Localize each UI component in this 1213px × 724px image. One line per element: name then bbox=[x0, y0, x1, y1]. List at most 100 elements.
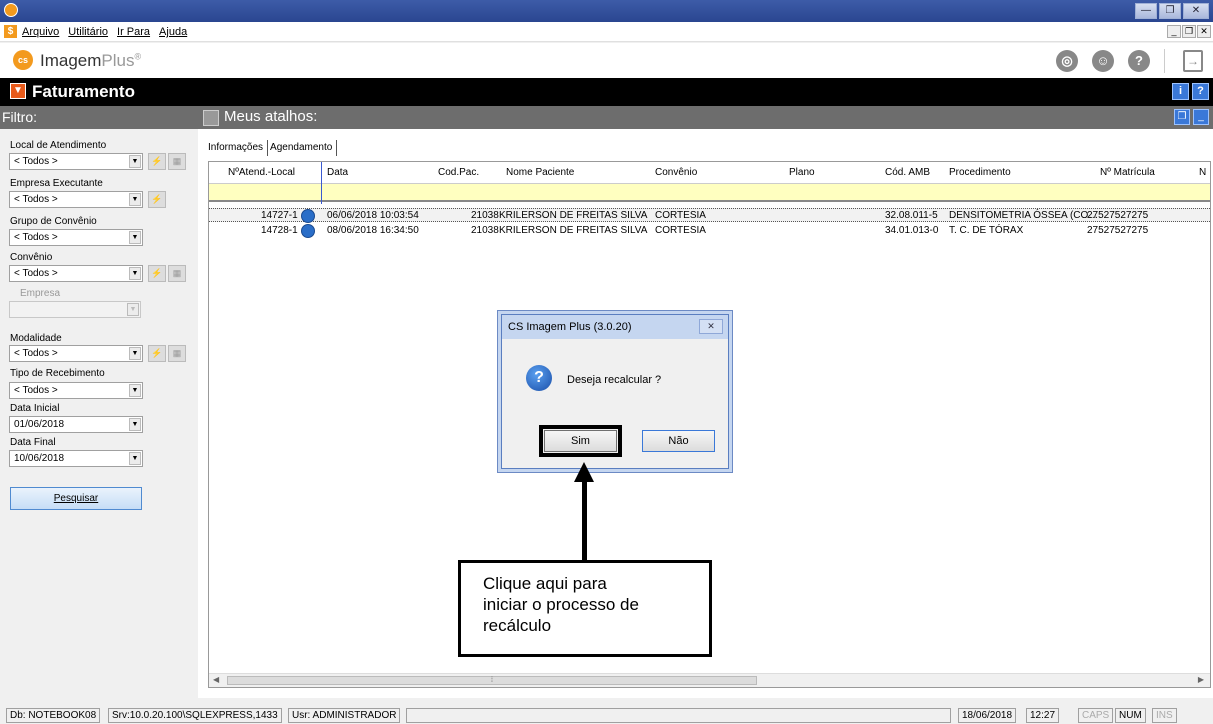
status-db: Db: NOTEBOOK08 bbox=[6, 708, 101, 723]
annotation-arrow-shaft bbox=[582, 476, 587, 561]
cell-data: 08/06/2018 16:34:50 bbox=[327, 225, 419, 236]
yes-button[interactable]: Sim bbox=[539, 425, 622, 457]
annotation-callout: Clique aqui para iniciar o processo de r… bbox=[458, 560, 712, 657]
col-amb[interactable]: Cód. AMB bbox=[885, 167, 930, 178]
modalidade-label: Modalidade bbox=[10, 333, 62, 344]
scrollbar-thumb[interactable]: ⁞ bbox=[227, 676, 757, 685]
col-extra[interactable]: N bbox=[1199, 167, 1206, 178]
module-help-icon[interactable]: ? bbox=[1192, 83, 1209, 100]
chevron-down-icon[interactable]: ▼ bbox=[129, 347, 141, 360]
brand-name-main: Imagem bbox=[40, 51, 102, 70]
list-icon[interactable]: ▦ bbox=[168, 345, 186, 362]
callout-line-3: recálculo bbox=[483, 616, 552, 635]
col-plano[interactable]: Plano bbox=[789, 167, 815, 178]
help-icon[interactable]: ? bbox=[1128, 50, 1150, 72]
menu-app-icon: $ bbox=[4, 25, 17, 38]
data-inicial-label: Data Inicial bbox=[10, 403, 60, 414]
brand-bar: cs ImagemPlus® ◎ ☺ ? → bbox=[0, 43, 1213, 78]
close-button[interactable]: ✕ bbox=[1183, 3, 1209, 19]
tipo-value: < Todos > bbox=[14, 385, 58, 396]
cell-atend: 14727-1 bbox=[261, 210, 298, 221]
menu-ajuda[interactable]: Ajuda bbox=[159, 26, 187, 38]
col-data[interactable]: Data bbox=[327, 167, 348, 178]
empresa-exec-select[interactable]: < Todos > ▼ bbox=[9, 191, 143, 208]
grupo-value: < Todos > bbox=[14, 232, 58, 243]
collapse-icon[interactable]: ▼ bbox=[10, 83, 26, 99]
filter-heading: Filtro: bbox=[0, 106, 198, 129]
horizontal-scrollbar[interactable]: ◀ ⁞ ▶ bbox=[209, 673, 1210, 687]
minimize-button[interactable]: — bbox=[1135, 3, 1157, 19]
chevron-down-icon[interactable]: ▼ bbox=[129, 155, 141, 168]
col-procedimento[interactable]: Procedimento bbox=[949, 167, 1011, 178]
chevron-down-icon[interactable]: ▼ bbox=[129, 267, 141, 280]
col-atend[interactable]: NºAtend.-Local bbox=[228, 167, 295, 178]
empresa-exec-label: Empresa Executante bbox=[10, 178, 103, 189]
minimize-panel-icon[interactable]: _ bbox=[1193, 109, 1209, 125]
table-row[interactable]: 14728-1 08/06/2018 16:34:50 21038 KRILER… bbox=[209, 224, 1210, 238]
calendar-dropdown-icon[interactable]: ▼ bbox=[129, 418, 141, 431]
tipo-select[interactable]: < Todos > ▼ bbox=[9, 382, 143, 399]
col-convenio[interactable]: Convênio bbox=[655, 167, 697, 178]
grid-header: NºAtend.-Local Data Cod.Pac. Nome Pacien… bbox=[209, 162, 1210, 184]
search-button[interactable]: Pesquisar bbox=[10, 487, 142, 510]
grid-filter-row[interactable] bbox=[209, 184, 1210, 202]
exit-icon[interactable]: → bbox=[1183, 50, 1203, 72]
chevron-down-icon[interactable]: ▼ bbox=[129, 384, 141, 397]
user-icon[interactable]: ☺ bbox=[1092, 50, 1114, 72]
calendar-dropdown-icon[interactable]: ▼ bbox=[129, 452, 141, 465]
modalidade-value: < Todos > bbox=[14, 348, 58, 359]
record-status-icon[interactable] bbox=[301, 224, 315, 238]
chevron-down-icon[interactable]: ▼ bbox=[129, 231, 141, 244]
menu-bar: $ Arquivo Utilitário Ir Para Ajuda _ ❐ ✕ bbox=[0, 22, 1213, 42]
chevron-down-icon: ▼ bbox=[127, 303, 139, 316]
status-srv: Srv:10.0.20.100\SQLEXPRESS,1433 bbox=[108, 708, 282, 723]
data-final-label: Data Final bbox=[10, 437, 56, 448]
callout-line-2: iniciar o processo de bbox=[483, 595, 639, 614]
list-icon[interactable]: ▦ bbox=[168, 265, 186, 282]
grupo-select[interactable]: < Todos > ▼ bbox=[9, 229, 143, 246]
convenio-select[interactable]: < Todos > ▼ bbox=[9, 265, 143, 282]
empresa-exec-value: < Todos > bbox=[14, 194, 58, 205]
data-final-field[interactable]: 10/06/2018 ▼ bbox=[9, 450, 143, 467]
convenio-value: < Todos > bbox=[14, 268, 58, 279]
col-matricula[interactable]: Nº Matrícula bbox=[1100, 167, 1155, 178]
module-bar: ▼ Faturamento i ? bbox=[0, 78, 1213, 106]
cs-logo-icon: cs bbox=[13, 50, 33, 70]
lightning-icon[interactable]: ⚡ bbox=[148, 153, 166, 170]
col-nome[interactable]: Nome Paciente bbox=[506, 167, 574, 178]
scroll-right-icon[interactable]: ▶ bbox=[1198, 675, 1204, 684]
tab-agendamento[interactable]: Agendamento bbox=[268, 140, 338, 156]
table-row[interactable]: 14727-1 06/06/2018 10:03:54 21038 KRILER… bbox=[209, 208, 1210, 223]
restore-button[interactable]: ❐ bbox=[1159, 3, 1181, 19]
local-select[interactable]: < Todos > ▼ bbox=[9, 153, 143, 170]
list-icon[interactable]: ▦ bbox=[168, 153, 186, 170]
shortcuts-title: Meus atalhos: bbox=[224, 108, 318, 125]
record-status-icon[interactable] bbox=[301, 209, 315, 223]
globe-icon[interactable]: ◎ bbox=[1056, 50, 1078, 72]
mdi-close-button[interactable]: ✕ bbox=[1197, 25, 1211, 38]
lightning-icon[interactable]: ⚡ bbox=[148, 345, 166, 362]
grid-column-divider bbox=[321, 162, 322, 204]
col-codpac[interactable]: Cod.Pac. bbox=[438, 167, 479, 178]
lightning-icon[interactable]: ⚡ bbox=[148, 265, 166, 282]
menu-ir-para[interactable]: Ir Para bbox=[117, 26, 150, 38]
app-logo-icon bbox=[4, 3, 18, 17]
tab-informacoes[interactable]: Informações bbox=[206, 140, 269, 156]
lightning-icon[interactable]: ⚡ bbox=[148, 191, 166, 208]
restore-panel-icon[interactable]: ❐ bbox=[1174, 109, 1190, 125]
dialog-close-button[interactable]: ✕ bbox=[699, 319, 723, 334]
cell-nome: KRILERSON DE FREITAS SILVA bbox=[499, 225, 648, 236]
module-info-icon[interactable]: i bbox=[1172, 83, 1189, 100]
shortcuts-header: Meus atalhos: ❐ _ bbox=[198, 106, 1213, 129]
chevron-down-icon[interactable]: ▼ bbox=[129, 193, 141, 206]
brand-name: ImagemPlus® bbox=[40, 51, 141, 71]
data-inicial-field[interactable]: 01/06/2018 ▼ bbox=[9, 416, 143, 433]
mdi-minimize-button[interactable]: _ bbox=[1167, 25, 1181, 38]
scroll-left-icon[interactable]: ◀ bbox=[213, 675, 219, 684]
menu-utilitario[interactable]: Utilitário bbox=[68, 26, 108, 38]
modalidade-select[interactable]: < Todos > ▼ bbox=[9, 345, 143, 362]
brand-reg: ® bbox=[134, 51, 142, 62]
no-button[interactable]: Não bbox=[642, 430, 715, 452]
menu-arquivo[interactable]: Arquivo bbox=[22, 26, 59, 38]
mdi-restore-button[interactable]: ❐ bbox=[1182, 25, 1196, 38]
